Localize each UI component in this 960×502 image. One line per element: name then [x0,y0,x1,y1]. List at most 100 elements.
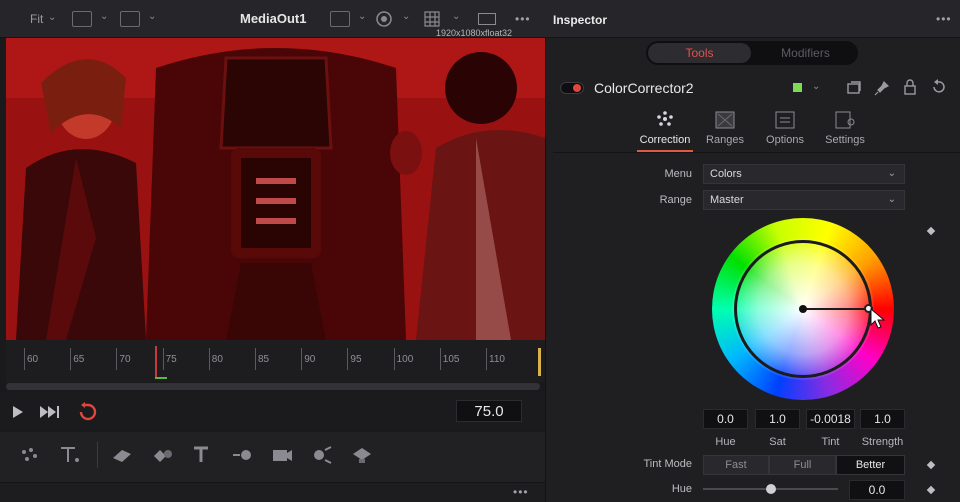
loop-icon[interactable] [76,402,100,422]
mouse-cursor-icon [870,308,886,329]
range-label: Range [659,194,692,206]
current-frame-field[interactable]: 75.0 [456,400,522,422]
picker-chevron-down-icon[interactable]: ⌄ [402,11,410,22]
spotlight-icon[interactable] [310,444,334,466]
lut-icon[interactable] [330,11,350,27]
lut-chevron-down-icon[interactable]: ⌄ [358,11,366,22]
alpha-channel-icon[interactable] [72,11,92,27]
subtab-correction[interactable]: Correction [633,110,697,146]
renderer3d-icon[interactable] [350,444,374,466]
hue-slider-value[interactable]: 0.0 [849,480,905,500]
ruler-tick [208,348,210,370]
tools-divider [97,442,98,468]
hue-field-label: Hue [715,436,736,448]
pin-icon[interactable] [874,80,890,96]
ruler-tick [439,348,441,370]
subtab-settings-label: Settings [825,134,865,146]
ruler-tick-label: 105 [442,354,460,365]
ruler-tick [393,348,395,370]
render-end-marker[interactable] [538,348,541,376]
viewer-menu-icon[interactable]: ••• [515,12,531,26]
lock-icon[interactable] [902,79,918,96]
play-icon[interactable] [12,405,24,419]
timeline-scrollbar[interactable] [6,383,540,390]
strength-field-label: Strength [861,436,904,448]
ruler-tick-label: 90 [304,354,316,365]
node-enable-indicator [573,84,581,92]
tint-field-label: Tint [821,436,840,448]
layout-chevron-down-icon[interactable]: ⌄ [148,11,156,22]
ruler-tick-label: 100 [396,354,414,365]
ruler-tick-label: 70 [119,354,131,365]
tint-mode-fast[interactable]: Fast [703,455,769,475]
grid-icon[interactable] [424,11,440,27]
text3d-icon[interactable] [190,444,214,466]
color-picker-icon[interactable] [375,10,393,28]
node-color-swatch[interactable] [793,83,802,92]
ruler-tick-label: 75 [165,354,177,365]
inspector-title: Inspector [553,13,608,27]
subtab-settings[interactable]: Settings [813,110,877,146]
ruler-tick [255,348,256,370]
viewer-title: MediaOut1 [240,11,307,26]
grid-chevron-down-icon[interactable]: ⌄ [452,11,460,22]
node-color-chevron-down-icon[interactable]: ⌄ [812,81,820,92]
menu-label: Menu [664,168,692,180]
light3d-icon[interactable] [230,444,254,466]
playhead[interactable] [155,346,157,378]
version-icon[interactable] [846,80,862,96]
tint-mode-label: Tint Mode [643,458,692,470]
inspector-header [545,0,960,38]
ruler-tick-label: 110 [489,354,505,365]
channel-chevron-down-icon[interactable]: ⌄ [100,11,108,22]
menu-dropdown[interactable]: Colors ⌄ [703,164,905,184]
subtab-active-indicator [637,150,693,152]
tint-mode-full[interactable]: Full [769,455,836,475]
subtab-ranges[interactable]: Ranges [693,110,757,146]
tab-modifiers[interactable]: Modifiers [755,43,856,63]
ruler-tick-label: 80 [211,354,223,365]
footer-menu-icon[interactable]: ••• [513,485,529,499]
strength-value-field[interactable]: 1.0 [860,409,905,429]
tab-tools[interactable]: Tools [648,43,751,63]
wheel-center-point [799,305,807,313]
sat-value-field[interactable]: 1.0 [755,409,800,429]
ruler-tick [116,348,118,370]
ruler-tick [301,348,303,370]
fit-chevron-down-icon[interactable]: ⌄ [48,12,56,23]
ruler-tick [347,348,349,370]
subtab-options-label: Options [766,134,804,146]
correction-icon [657,111,673,126]
reset-icon[interactable] [930,79,947,96]
settings-icon [835,111,855,129]
ruler-tick [70,348,72,370]
camera3d-icon[interactable] [270,444,294,466]
hue-slider-knob[interactable] [766,484,776,494]
inspector-menu-icon[interactable]: ••• [936,12,952,26]
particles-icon[interactable] [18,444,42,466]
timeline-ruler[interactable] [6,340,545,382]
subtab-correction-label: Correction [639,134,691,146]
playhead-marker [155,377,167,379]
merge3d-icon[interactable] [150,444,174,466]
ruler-tick [24,348,25,370]
viewer-layout-icon[interactable] [120,11,140,27]
viewer-footer [0,482,545,502]
tint-value-field[interactable]: -0.0018 [806,409,855,429]
fit-dropdown[interactable]: Fit [30,12,43,26]
shape3d-icon[interactable] [110,444,134,466]
range-dropdown[interactable]: Master ⌄ [703,190,905,210]
text-particles-icon[interactable] [58,444,82,466]
ruler-tick [162,348,164,370]
ruler-tick-label: 60 [27,354,39,365]
next-frame-icon[interactable] [39,405,61,419]
node-name[interactable]: ColorCorrector2 [594,80,694,96]
menu-chevron-down-icon: ⌄ [887,168,896,179]
subtab-options[interactable]: Options [753,110,817,146]
range-value: Master [710,194,744,206]
resolution-label: 1920x1080xfloat32 [436,28,513,38]
hue-value-field[interactable]: 0.0 [703,409,748,429]
tint-mode-better[interactable]: Better [836,455,905,475]
range-chevron-down-icon: ⌄ [887,194,896,205]
roi-icon[interactable] [478,13,496,25]
